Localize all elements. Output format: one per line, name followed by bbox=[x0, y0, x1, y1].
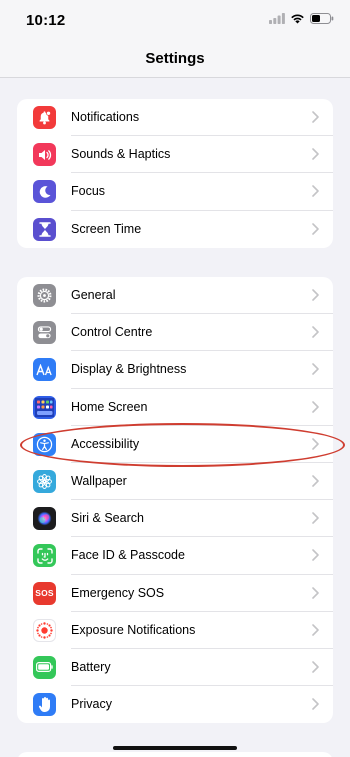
wifi-icon bbox=[291, 14, 304, 24]
settings-row-display-brightness[interactable]: Display & Brightness bbox=[17, 351, 333, 389]
exposure-icon bbox=[33, 618, 56, 642]
row-label: Battery bbox=[71, 659, 111, 674]
row-label: Control Centre bbox=[71, 325, 153, 340]
settings-row-general[interactable]: General bbox=[17, 277, 333, 315]
sos-icon: SOS bbox=[33, 581, 56, 605]
settings-row-privacy[interactable]: Privacy bbox=[17, 686, 333, 723]
chevron-right-icon bbox=[312, 623, 319, 636]
navigation-bar: Settings bbox=[0, 40, 350, 78]
chevron-right-icon bbox=[312, 512, 319, 524]
settings-row-face-id-passcode[interactable]: Face ID & Passcode bbox=[17, 537, 333, 575]
row-label: Privacy bbox=[71, 697, 112, 712]
app-grid-icon bbox=[33, 395, 56, 419]
home-indicator[interactable] bbox=[113, 746, 237, 750]
row-label: Home Screen bbox=[71, 399, 148, 414]
settings-group-1: Notifications Sounds & Haptics Focus Scr… bbox=[17, 99, 333, 248]
battery-icon bbox=[310, 13, 334, 24]
row-label: Accessibility bbox=[71, 436, 140, 451]
row-label: General bbox=[71, 288, 116, 302]
row-label: Notifications bbox=[71, 110, 140, 124]
chevron-right-icon bbox=[312, 400, 319, 413]
gear-icon bbox=[33, 284, 56, 307]
siri-icon bbox=[33, 507, 56, 531]
face-id-icon bbox=[33, 544, 56, 568]
chevron-right-icon bbox=[312, 363, 319, 376]
settings-group-3-peek bbox=[17, 752, 333, 757]
settings-row-control-centre[interactable]: Control Centre bbox=[17, 314, 333, 352]
chevron-right-icon bbox=[312, 437, 319, 450]
chevron-right-icon bbox=[312, 698, 319, 710]
settings-row-emergency-sos[interactable]: SOS Emergency SOS bbox=[17, 575, 333, 612]
page-title: Settings bbox=[145, 50, 205, 67]
moon-icon bbox=[33, 180, 56, 204]
text-size-icon bbox=[33, 358, 56, 382]
hand-icon bbox=[33, 693, 56, 717]
status-icons bbox=[269, 13, 334, 24]
cellular-signal-icon bbox=[269, 13, 285, 24]
chevron-right-icon bbox=[312, 185, 319, 198]
chevron-right-icon bbox=[312, 289, 319, 301]
chevron-right-icon bbox=[312, 549, 319, 562]
chevron-right-icon bbox=[312, 111, 319, 123]
settings-row-exposure-notifications[interactable]: Exposure Notifications bbox=[17, 612, 333, 649]
status-time: 10:12 bbox=[26, 12, 66, 29]
row-label: Sounds & Haptics bbox=[71, 147, 171, 162]
row-label: Face ID & Passcode bbox=[71, 548, 185, 563]
chevron-right-icon bbox=[312, 475, 319, 487]
settings-row-sounds-haptics[interactable]: Sounds & Haptics bbox=[17, 136, 333, 174]
chevron-right-icon bbox=[312, 222, 319, 235]
chevron-right-icon bbox=[312, 586, 319, 599]
chevron-right-icon bbox=[312, 148, 319, 160]
row-label: Siri & Search bbox=[71, 511, 144, 526]
sos-icon-text: SOS bbox=[35, 588, 54, 598]
settings-row-accessibility[interactable]: Accessibility bbox=[17, 426, 333, 463]
status-bar: 10:12 bbox=[0, 0, 350, 40]
row-label: Display & Brightness bbox=[71, 362, 187, 377]
settings-group-2: General Control Centre Display & Brightn… bbox=[17, 277, 333, 723]
settings-row-siri-search[interactable]: Siri & Search bbox=[17, 500, 333, 538]
settings-row-focus[interactable]: Focus bbox=[17, 173, 333, 211]
row-label: Exposure Notifications bbox=[71, 622, 196, 637]
row-label: Focus bbox=[71, 184, 106, 199]
row-label: Emergency SOS bbox=[71, 585, 165, 600]
flower-icon bbox=[33, 469, 56, 493]
chevron-right-icon bbox=[312, 326, 319, 338]
battery-setting-icon bbox=[33, 655, 56, 679]
row-label: Screen Time bbox=[71, 221, 142, 236]
settings-row-battery[interactable]: Battery bbox=[17, 649, 333, 687]
hourglass-icon bbox=[33, 217, 56, 241]
accessibility-icon bbox=[33, 432, 56, 456]
row-label: Wallpaper bbox=[71, 473, 127, 488]
speaker-icon bbox=[33, 143, 56, 167]
toggle-icon bbox=[33, 321, 56, 345]
settings-row-home-screen[interactable]: Home Screen bbox=[17, 389, 333, 426]
settings-row-wallpaper[interactable]: Wallpaper bbox=[17, 463, 333, 501]
settings-row-notifications[interactable]: Notifications bbox=[17, 99, 333, 137]
settings-row-screen-time[interactable]: Screen Time bbox=[17, 211, 333, 248]
chevron-right-icon bbox=[312, 661, 319, 673]
bell-icon bbox=[33, 106, 56, 129]
